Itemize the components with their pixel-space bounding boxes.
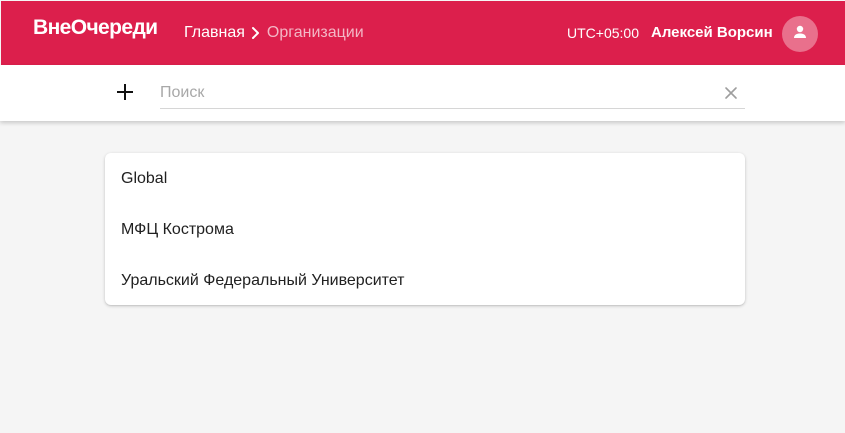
list-item[interactable]: МФЦ Кострома xyxy=(105,204,745,255)
timezone-label: UTC+05:00 xyxy=(567,25,639,41)
app-logo[interactable]: ВнеОчереди xyxy=(33,16,158,40)
search-input[interactable] xyxy=(160,79,710,107)
user-name[interactable]: Алексей Ворсин xyxy=(651,24,773,41)
search-field xyxy=(160,79,745,109)
chevron-right-icon xyxy=(245,25,267,41)
plus-icon xyxy=(116,83,134,106)
add-organization-button[interactable] xyxy=(112,81,138,107)
list-item[interactable]: Уральский Федеральный Университет xyxy=(105,255,745,306)
search-toolbar xyxy=(0,65,845,121)
breadcrumb: Главная Организации xyxy=(184,24,364,42)
organization-list: Global МФЦ Кострома Уральский Федеральны… xyxy=(105,153,745,305)
close-icon[interactable] xyxy=(723,85,739,101)
breadcrumb-current: Организации xyxy=(266,24,364,41)
breadcrumb-home-link[interactable]: Главная xyxy=(184,24,245,42)
avatar[interactable] xyxy=(782,16,818,52)
list-item[interactable]: Global xyxy=(105,153,745,204)
person-icon xyxy=(792,24,808,45)
app-header: ВнеОчереди Главная Организации UTC+05:00… xyxy=(1,1,845,65)
